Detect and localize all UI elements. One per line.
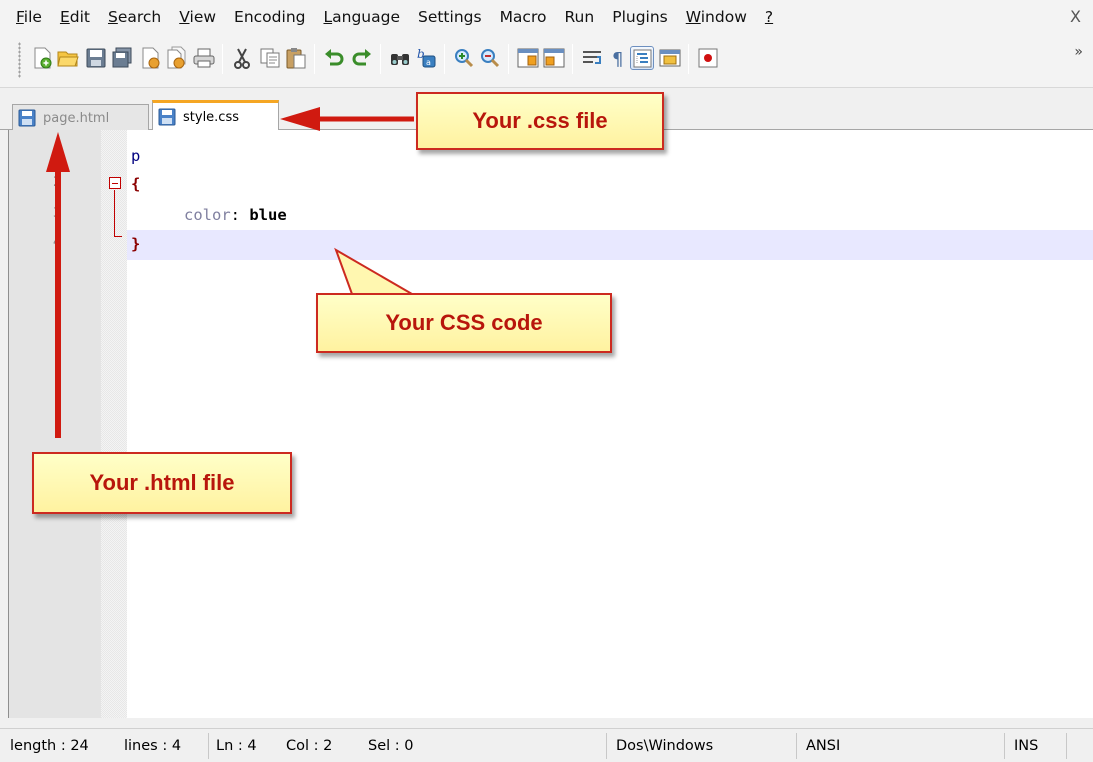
replace-icon[interactable]: ba: [414, 46, 438, 70]
toolbar-overflow-icon[interactable]: »: [1074, 44, 1083, 60]
close-all-icon[interactable]: [164, 46, 188, 70]
open-file-icon[interactable]: [56, 46, 80, 70]
status-sel: Sel : 0: [368, 738, 414, 754]
code-line: 3 color: blue: [53, 206, 287, 224]
status-divider: [208, 733, 209, 759]
menu-help[interactable]: ?: [756, 0, 782, 34]
status-col: Col : 2: [286, 738, 333, 754]
zoom-in-icon[interactable]: [452, 46, 476, 70]
undo-icon[interactable]: [322, 46, 346, 70]
find-icon[interactable]: [388, 46, 412, 70]
callout-css-code: Your CSS code: [316, 293, 612, 353]
indent-guide-icon[interactable]: [630, 46, 654, 70]
sync-vertical-icon[interactable]: [516, 46, 540, 70]
menu-search[interactable]: Search: [99, 0, 170, 34]
tab-label: page.html: [43, 110, 110, 126]
code-line: 4 }: [53, 235, 141, 253]
menu-run[interactable]: Run: [555, 0, 603, 34]
saved-file-icon: [158, 108, 176, 126]
show-all-chars-icon[interactable]: ¶: [606, 46, 630, 70]
toolbar: ba ¶ »: [0, 34, 1093, 88]
save-icon[interactable]: [84, 46, 108, 70]
menu-macro[interactable]: Macro: [491, 0, 556, 34]
redo-icon[interactable]: [350, 46, 374, 70]
status-encoding: ANSI: [806, 738, 841, 754]
toolbar-separator: [222, 44, 223, 74]
tab-label: style.css: [183, 109, 239, 125]
toolbar-separator: [314, 44, 315, 74]
toolbar-grip[interactable]: [18, 42, 21, 78]
menu-bar: File Edit Search View Encoding Language …: [0, 0, 1093, 34]
status-lines: lines : 4: [124, 738, 182, 754]
print-icon[interactable]: [192, 46, 216, 70]
zoom-out-icon[interactable]: [478, 46, 502, 70]
fold-toggle-icon[interactable]: [109, 177, 121, 189]
menu-file[interactable]: File: [0, 0, 51, 34]
sync-horizontal-icon[interactable]: [542, 46, 566, 70]
callout-css-file: Your .css file: [416, 92, 664, 150]
user-defined-language-icon[interactable]: [658, 46, 682, 70]
menu-window[interactable]: Window: [677, 0, 756, 34]
status-divider: [606, 733, 607, 759]
copy-icon[interactable]: [258, 46, 282, 70]
cut-icon[interactable]: [230, 46, 254, 70]
tab-style-css[interactable]: style.css: [152, 100, 279, 131]
code-line: 2 {: [53, 175, 141, 193]
menu-encoding[interactable]: Encoding: [225, 0, 314, 34]
status-divider: [1004, 733, 1005, 759]
svg-text:a: a: [426, 58, 431, 67]
toolbar-separator: [688, 44, 689, 74]
editor-area[interactable]: 1 p 2 { 3 color: blue 4 }: [8, 130, 1093, 718]
save-all-icon[interactable]: [110, 46, 134, 70]
status-ln: Ln : 4: [216, 738, 257, 754]
status-length: length : 24: [10, 738, 89, 754]
menu-edit[interactable]: Edit: [51, 0, 99, 34]
toolbar-separator: [572, 44, 573, 74]
menu-plugins[interactable]: Plugins: [603, 0, 677, 34]
fold-line: [114, 190, 115, 236]
close-document-button[interactable]: X: [1070, 0, 1081, 34]
menu-language[interactable]: Language: [314, 0, 409, 34]
toolbar-separator: [444, 44, 445, 74]
paste-icon[interactable]: [284, 46, 308, 70]
status-mode: INS: [1014, 738, 1039, 754]
new-file-icon[interactable]: [30, 46, 54, 70]
saved-file-icon: [18, 109, 36, 127]
callout-html-file: Your .html file: [32, 452, 292, 514]
status-divider: [796, 733, 797, 759]
status-eol: Dos\Windows: [616, 738, 714, 754]
fold-end: [114, 236, 122, 237]
menu-view[interactable]: View: [170, 0, 225, 34]
menu-settings[interactable]: Settings: [409, 0, 491, 34]
close-icon[interactable]: [138, 46, 162, 70]
toolbar-separator: [380, 44, 381, 74]
word-wrap-icon[interactable]: [580, 46, 604, 70]
toolbar-separator: [508, 44, 509, 74]
status-divider: [1066, 733, 1067, 759]
status-bar: length : 24 lines : 4 Ln : 4 Col : 2 Sel…: [0, 728, 1093, 762]
tab-page-html[interactable]: page.html: [12, 104, 149, 131]
record-macro-icon[interactable]: [696, 46, 720, 70]
svg-text:¶: ¶: [612, 49, 623, 70]
